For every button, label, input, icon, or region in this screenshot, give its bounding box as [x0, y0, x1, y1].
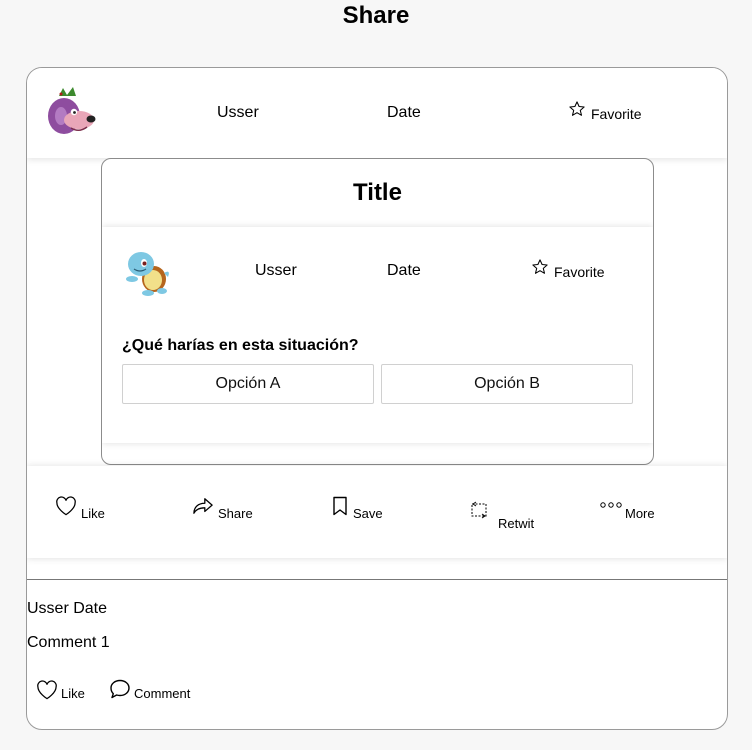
shared-post-date: Date	[387, 262, 421, 279]
heart-icon	[36, 680, 58, 700]
share-arrow-icon	[192, 496, 214, 516]
shared-post-user[interactable]: Usser	[255, 262, 297, 280]
retweet-icon	[469, 500, 491, 522]
shared-post-card[interactable]: Title Usser Date Favorite ¿Qué harías en…	[101, 158, 654, 465]
comment-text: Comment 1	[27, 634, 110, 651]
option-a-button[interactable]: Opción A	[122, 364, 374, 404]
heart-icon	[55, 496, 77, 516]
like-label: Like	[81, 506, 105, 521]
more-dots-icon	[600, 502, 622, 510]
turtle-avatar-icon[interactable]	[122, 247, 172, 297]
shared-favorite-label: Favorite	[554, 264, 605, 280]
share-label: Share	[218, 506, 253, 521]
comment-meta: Usser Date	[27, 600, 108, 617]
favorite-label: Favorite	[591, 106, 642, 122]
shared-post-body: Usser Date Favorite ¿Qué harías en esta …	[102, 227, 653, 443]
post-header: Usser Date Favorite	[27, 68, 727, 158]
save-label: Save	[353, 506, 383, 521]
retwit-label: Retwit	[498, 516, 535, 531]
post-card: Usser Date Favorite Title Usser Date Fav…	[26, 67, 728, 730]
star-icon	[531, 258, 549, 276]
purple-dog-avatar-icon[interactable]	[45, 86, 97, 140]
page-title: Share	[342, 2, 410, 29]
post-action-bar: Like Share Save Retwit More	[27, 466, 727, 558]
post-user[interactable]: Usser	[217, 104, 259, 122]
more-label: More	[625, 506, 655, 521]
option-b-button[interactable]: Opción B	[381, 364, 633, 404]
shared-post-title: Title	[353, 179, 402, 206]
speech-bubble-icon	[109, 678, 131, 700]
bookmark-icon	[332, 496, 348, 516]
comment-divider	[27, 579, 727, 580]
poll-question: ¿Qué harías en esta situación?	[122, 337, 359, 354]
comment-label: Comment	[134, 686, 191, 701]
star-icon	[568, 100, 586, 118]
comment-like-label: Like	[61, 686, 85, 701]
post-date: Date	[387, 104, 421, 121]
